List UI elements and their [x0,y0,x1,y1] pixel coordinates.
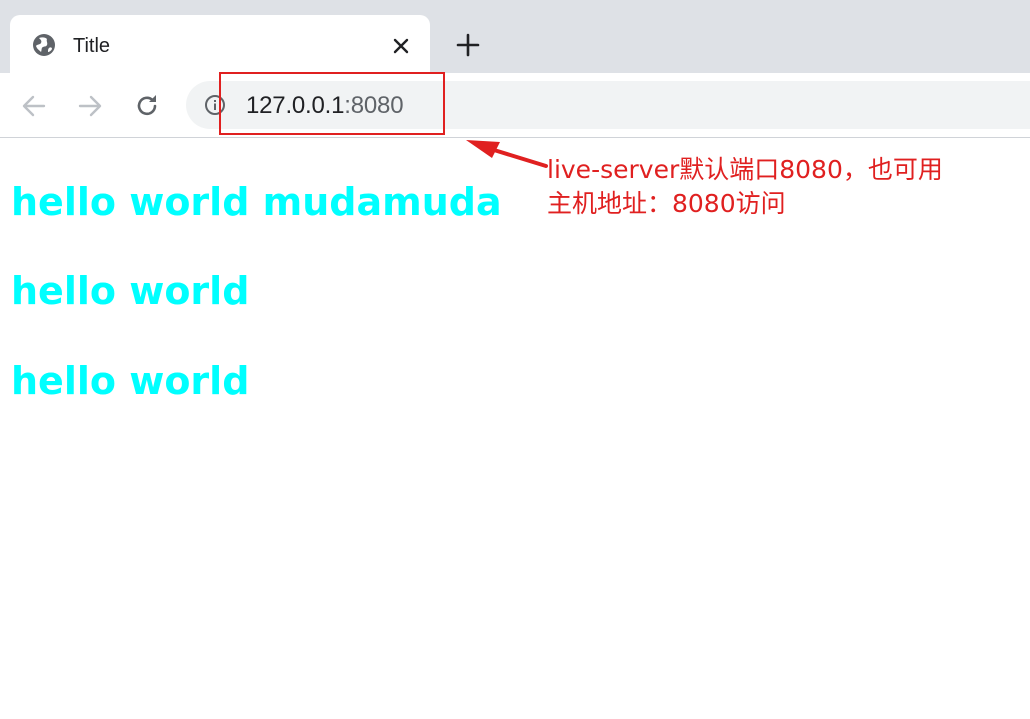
annotation-line-2: 主机地址：8080访问 [547,189,786,218]
reload-icon[interactable] [133,92,161,120]
heading-1: hello world mudamuda [11,180,502,224]
globe-icon [33,34,55,56]
annotation-note: live-server默认端口8080，也可用 主机地址：8080访问 [547,153,967,221]
heading-3: hello world [11,359,250,403]
new-tab-icon[interactable] [456,33,480,57]
forward-arrow-icon[interactable] [76,92,104,120]
annotation-arrow [466,140,548,168]
tab-title: Title [73,35,111,57]
browser-toolbar: 127.0.0.1:8080 [0,73,1030,138]
back-arrow-icon[interactable] [20,92,48,120]
close-icon[interactable] [390,35,412,57]
tab-title-page[interactable]: Title [10,15,430,73]
heading-2: hello world [11,269,250,313]
annotation-line-1: live-server默认端口8080，也可用 [547,155,943,184]
tab-strip: Title [0,0,1030,73]
url-highlight-box [219,72,445,135]
